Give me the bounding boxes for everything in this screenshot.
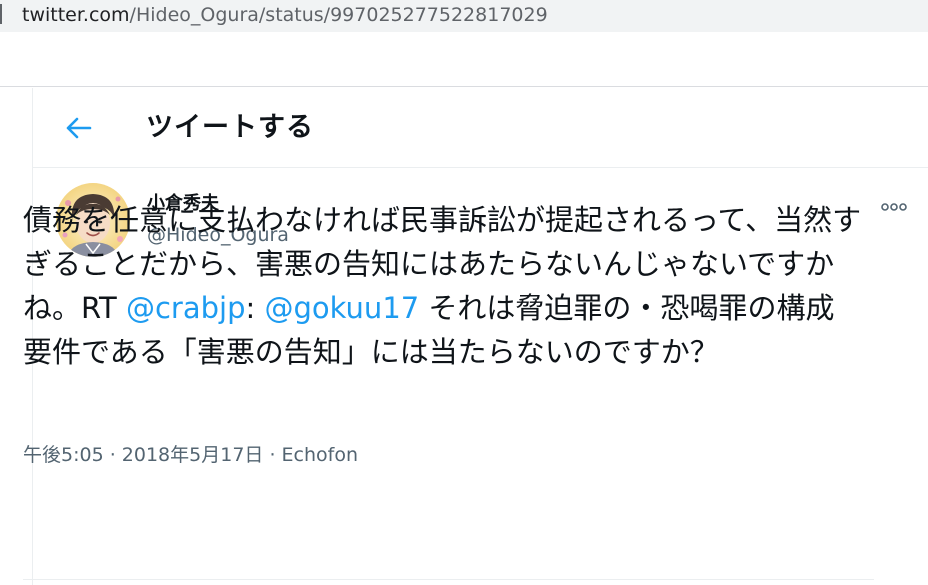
divider — [23, 579, 874, 580]
address-bar-edge — [0, 4, 6, 24]
meta-separator-2: · — [263, 444, 282, 466]
tweet-date[interactable]: 2018年5月17日 — [122, 444, 264, 466]
tweet-text-part2: : — [245, 291, 265, 325]
url-text[interactable]: twitter.com/Hideo_Ogura/status/997025277… — [22, 3, 548, 27]
arrow-left-icon — [66, 117, 92, 139]
url-path: /Hideo_Ogura/status/997025277522817029 — [129, 4, 548, 26]
tweet-metadata: 午後5:05 · 2018年5月17日 · Echofon — [23, 443, 358, 467]
tweet-time[interactable]: 午後5:05 — [23, 444, 104, 466]
tweet-source[interactable]: Echofon — [282, 444, 358, 466]
page-header: ツイートする — [33, 88, 928, 168]
browser-address-bar[interactable]: twitter.com/Hideo_Ogura/status/997025277… — [0, 0, 928, 32]
meta-separator: · — [103, 444, 122, 466]
browser-toolbar-area — [0, 32, 928, 87]
tweet-text: 債務を任意に支払わなければ民事訴訟が提起されるって、当然すぎることだから、害悪の… — [23, 198, 863, 374]
mention-link-gokuu17[interactable]: @gokuu17 — [265, 291, 420, 325]
more-options-button[interactable] — [878, 197, 910, 217]
url-host: twitter.com — [22, 4, 130, 26]
page-title: ツイートする — [146, 112, 314, 143]
mention-link-crabjp[interactable]: @crabjp — [126, 291, 246, 325]
more-horizontal-icon — [881, 203, 907, 211]
back-button[interactable] — [59, 108, 99, 148]
